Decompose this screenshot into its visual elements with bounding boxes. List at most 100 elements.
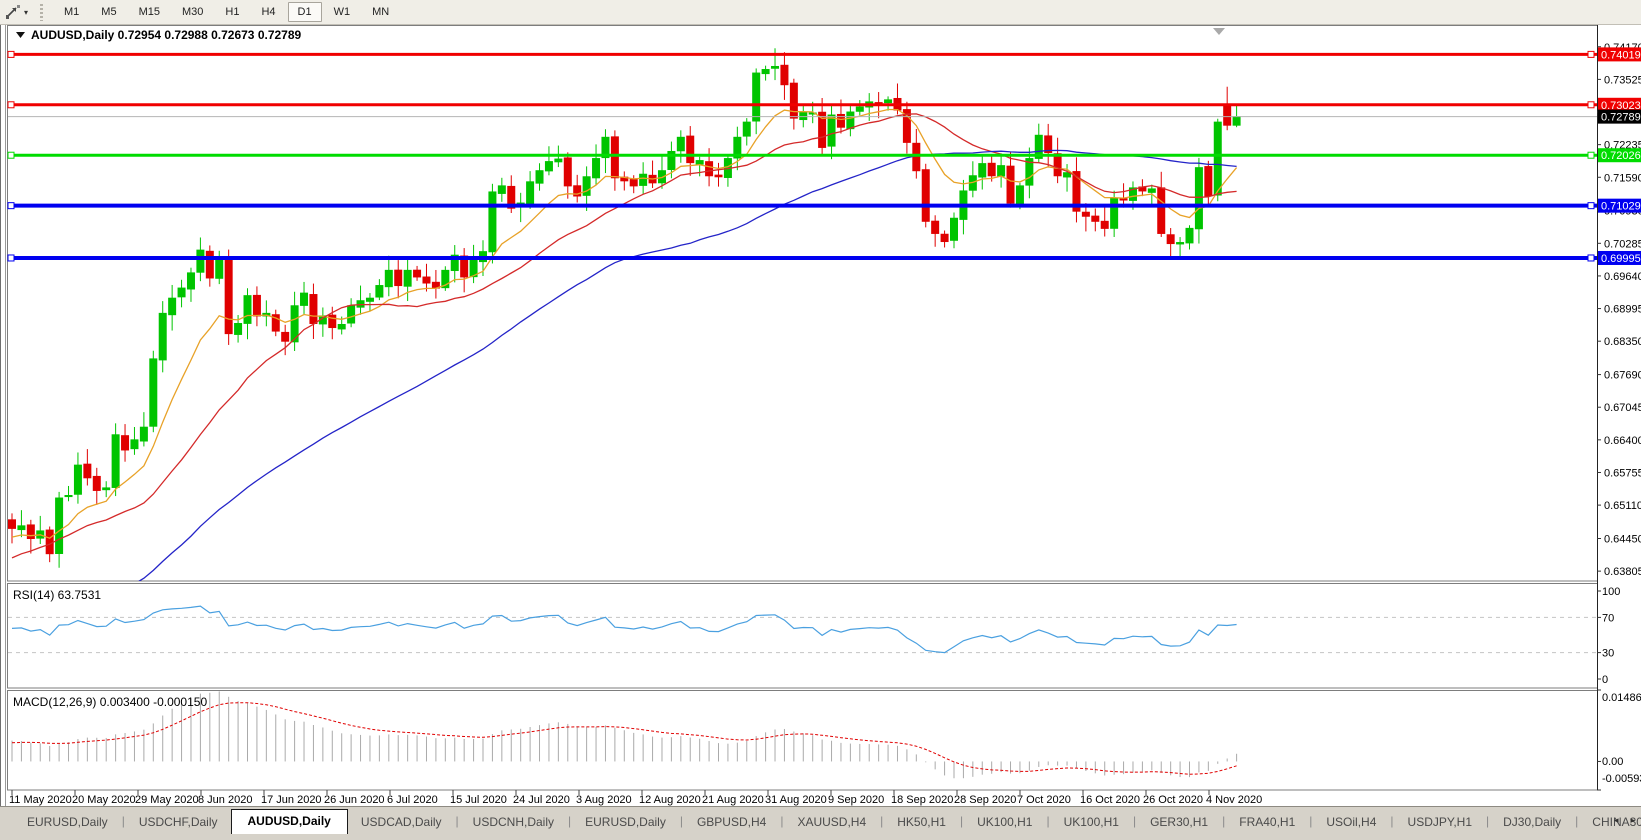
timeframe-button-M1[interactable]: M1 [54,2,89,22]
tab-usdcad-daily[interactable]: USDCAD,Daily [348,811,455,834]
price-axis-label: 0.65755 [1604,467,1641,479]
price-axis: 0.741700.735250.728800.722350.715900.709… [1597,42,1641,578]
date-axis-label: 31 Aug 2020 [765,794,827,806]
date-axis-label: 26 Jun 2020 [324,794,385,806]
svg-text:0.69995: 0.69995 [1601,253,1641,265]
cursor-tool-icon[interactable] [4,3,22,21]
tab-ger30-h1[interactable]: GER30,H1 [1137,811,1221,834]
timeframe-button-M30[interactable]: M30 [172,2,213,22]
line-handle-right[interactable] [1587,254,1595,262]
macd-label: MACD(12,26,9) 0.003400 -0.000150 [13,695,207,709]
timeframe-toolbar: ▾ M1 M5 M15 M30 H1 H4 D1 W1 MN [0,0,1641,25]
time-axis: 11 May 2020 20 May 2020 29 May 2020 8 Jun 2… [9,790,1262,806]
date-axis-label: 28 Sep 2020 [954,794,1016,806]
tab-usdcnh-daily[interactable]: USDCNH,Daily [460,811,567,834]
tab-eurusd-daily[interactable]: EURUSD,Daily [14,811,121,834]
line-handle-left[interactable] [7,254,15,262]
line-handle-left[interactable] [7,151,15,159]
price-axis-label: 0.63805 [1604,566,1641,578]
tab-usoil-h4[interactable]: USOil,H4 [1313,811,1389,834]
rsi-scale-label: 0 [1602,674,1608,686]
timeframe-button-H4[interactable]: H4 [251,2,285,22]
rsi-scale-label: 30 [1602,648,1614,660]
tab-dj30-daily[interactable]: DJ30,Daily [1490,811,1574,834]
tab-xauusd-h4[interactable]: XAUUSD,H4 [784,811,879,834]
date-axis-label: 18 Sep 2020 [891,794,953,806]
date-axis-label: 4 Nov 2020 [1206,794,1262,806]
timeframe-buttons: M1 M5 M15 M30 H1 H4 D1 W1 MN [53,2,400,22]
line-handle-right[interactable] [1587,151,1595,159]
macd-scale-bottom: -0.005938 [1602,773,1641,785]
tab-scroll-right-icon[interactable]: ▸ [1630,815,1635,826]
line-handle-right[interactable] [1587,202,1595,210]
date-axis-label: 17 Jun 2020 [261,794,322,806]
tab-hk50-h1[interactable]: HK50,H1 [884,811,959,834]
line-handle-left[interactable] [7,202,15,210]
tab-uk100-h1[interactable]: UK100,H1 [1051,811,1132,834]
chart-title-caret-icon[interactable] [16,32,25,38]
timeframe-button-M15[interactable]: M15 [129,2,170,22]
price-axis-label: 0.67045 [1604,402,1641,414]
date-axis-label: 15 Jul 2020 [450,794,507,806]
macd-panel [11,689,1601,791]
tab-usdjpy-h1[interactable]: USDJPY,H1 [1395,811,1485,834]
tab-gbpusd-h4[interactable]: GBPUSD,H4 [684,811,779,834]
toolbar-grip-handle[interactable] [40,3,44,21]
price-axis-label: 0.66400 [1604,435,1641,447]
date-axis-label: 21 Aug 2020 [702,794,764,806]
price-chart-panel [8,48,1241,581]
timeframe-button-M5[interactable]: M5 [91,2,126,22]
tab-uk100-h1[interactable]: UK100,H1 [964,811,1045,834]
chart-tab-bar: EURUSD,Daily | USDCHF,Daily AUDUSD,Daily USD… [0,806,1641,840]
date-axis-label: 11 May 2020 [9,794,72,806]
svg-text:0.72026: 0.72026 [1601,150,1641,162]
date-axis-label: 29 May 2020 [135,794,199,806]
line-handle-right[interactable] [1587,50,1595,58]
rsi-panel: 100 70 30 0 [8,586,1620,686]
price-axis-label: 0.69640 [1604,271,1641,283]
chart-shift-marker-icon[interactable] [1213,28,1225,35]
timeframe-button-MN[interactable]: MN [362,2,399,22]
price-axis-label: 0.68350 [1604,336,1641,348]
date-axis-label: 24 Jul 2020 [513,794,570,806]
timeframe-button-H1[interactable]: H1 [215,2,249,22]
line-handle-right[interactable] [1587,101,1595,109]
price-axis-label: 0.68995 [1604,304,1641,316]
price-axis-label: 0.64450 [1604,534,1641,546]
date-axis-label: 12 Aug 2020 [639,794,701,806]
svg-text:0.72789: 0.72789 [1601,112,1641,124]
date-axis-label: 20 May 2020 [72,794,136,806]
price-axis-label: 0.70285 [1604,238,1641,250]
tab-audusd-daily[interactable]: AUDUSD,Daily [230,809,348,834]
tool-dropdown-caret-icon[interactable]: ▾ [24,8,28,17]
timeframe-button-D1[interactable]: D1 [287,2,322,22]
price-axis-label: 0.67690 [1604,370,1641,382]
price-axis-label: 0.73525 [1604,74,1641,86]
svg-text:0.74019: 0.74019 [1601,49,1641,61]
tab-fra40-h1[interactable]: FRA40,H1 [1226,811,1308,834]
chart-title: AUDUSD,Daily 0.72954 0.72988 0.72673 0.7… [31,28,302,42]
svg-text:0.71029: 0.71029 [1601,201,1641,213]
date-axis-label: 16 Oct 2020 [1080,794,1140,806]
chart-window: 100 70 30 0 0.741700.735250.728800.722350.7… [0,25,1641,806]
mt4-window: ▾ M1 M5 M15 M30 H1 H4 D1 W1 MN 100 70 30 0 [0,0,1641,840]
horizontal-level-lines[interactable] [7,50,1597,262]
price-axis-label: 0.71590 [1604,172,1641,184]
rsi-scale-label: 70 [1602,612,1614,624]
line-handle-left[interactable] [7,101,15,109]
date-axis-label: 7 Oct 2020 [1017,794,1071,806]
date-axis-label: 26 Oct 2020 [1143,794,1203,806]
macd-scale-zero: 0.00 [1602,756,1623,768]
chart-tabs: EURUSD,Daily | USDCHF,Daily AUDUSD,Daily USD… [0,807,1641,834]
line-handle-left[interactable] [7,50,15,58]
candlesticks [8,48,1241,568]
date-axis-label: 8 Jun 2020 [198,794,252,806]
date-axis-label: 9 Sep 2020 [828,794,884,806]
tab-eurusd-daily[interactable]: EURUSD,Daily [572,811,679,834]
tab-scroll-left-icon[interactable]: ◂ [1614,815,1619,826]
tab-usdchf-daily[interactable]: USDCHF,Daily [126,811,231,834]
tab-scroll-controls: ◂ ▸ [1614,815,1635,826]
timeframe-button-W1[interactable]: W1 [324,2,361,22]
rsi-scale-label: 100 [1602,586,1620,598]
rsi-line [11,605,1237,654]
